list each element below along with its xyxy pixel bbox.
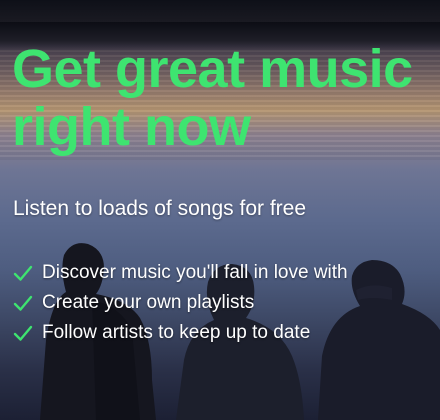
feature-label: Discover music you'll fall in love with bbox=[42, 262, 348, 283]
feature-item: Follow artists to keep up to date bbox=[13, 318, 348, 348]
hero-headline: Get great music right now bbox=[12, 40, 413, 156]
check-icon bbox=[13, 325, 33, 341]
feature-item: Discover music you'll fall in love with bbox=[13, 258, 348, 288]
hero-subtitle: Listen to loads of songs for free bbox=[13, 197, 307, 220]
check-icon bbox=[13, 265, 33, 281]
check-icon bbox=[13, 295, 33, 311]
headline-line-2: right now bbox=[12, 97, 251, 157]
feature-label: Create your own playlists bbox=[42, 292, 255, 313]
headline-line-1: Get great music bbox=[12, 39, 413, 99]
feature-list: Discover music you'll fall in love with … bbox=[13, 258, 348, 348]
feature-label: Follow artists to keep up to date bbox=[42, 322, 311, 343]
feature-item: Create your own playlists bbox=[13, 288, 348, 318]
